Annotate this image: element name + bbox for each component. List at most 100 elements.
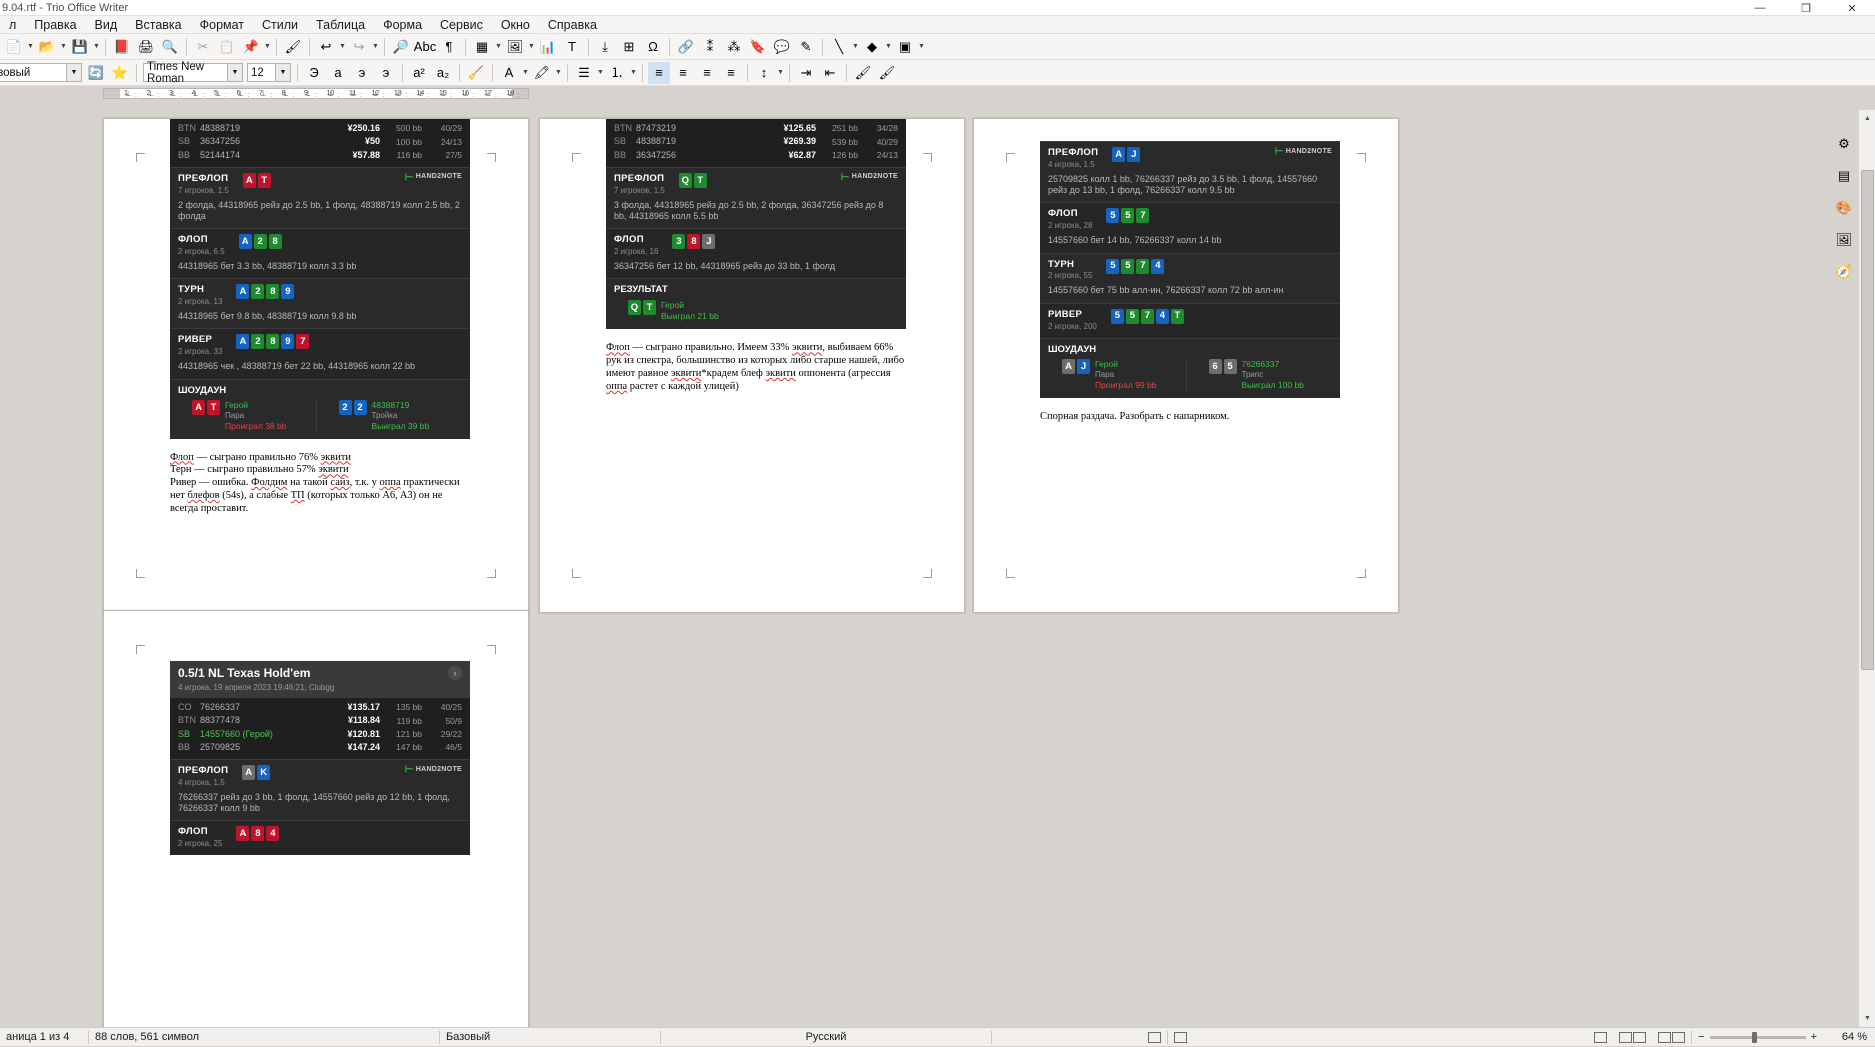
view-single-page-button[interactable] xyxy=(1588,1028,1613,1047)
print-button[interactable]: 🖨 xyxy=(135,36,157,58)
decrease-indent-button[interactable]: ⇤ xyxy=(819,62,841,84)
redo-dropdown-arrow[interactable]: ▼ xyxy=(371,36,380,58)
insert-image-button[interactable]: 🖼 xyxy=(504,36,526,58)
ruler-tab-stop[interactable]: ⊥ xyxy=(463,90,469,98)
scrollbar-thumb[interactable] xyxy=(1861,170,1874,670)
font-name-combo[interactable]: Times New Roman ▼ xyxy=(143,61,243,85)
font-name-combo-dropdown-arrow[interactable]: ▼ xyxy=(227,64,242,81)
justify-button[interactable]: ≡ xyxy=(720,62,742,84)
document-canvas[interactable]: BTN 48388719 ¥250.16 500 bb 40/29 SB 36347256 ¥… xyxy=(0,110,1858,1027)
ruler-tab-stop[interactable]: ⊥ xyxy=(125,90,131,98)
commentary[interactable]: Спорная раздача. Разобрать с напарником. xyxy=(1040,411,1340,424)
menu-item-8[interactable]: Сервис xyxy=(431,17,492,33)
commentary[interactable]: Флоп — сыграно правильно. Имеем 33% экви… xyxy=(606,342,906,393)
paragraph-style-combo[interactable]: зовый ▼ xyxy=(0,63,82,82)
undo-button[interactable]: ↩ xyxy=(315,36,337,58)
close-button[interactable]: ✕ xyxy=(1829,0,1875,16)
new-style-button[interactable]: ⭐ xyxy=(109,62,131,84)
zoom-in-button[interactable]: + xyxy=(1811,1031,1817,1043)
font-color-button[interactable]: A xyxy=(498,62,520,84)
status-save-state[interactable] xyxy=(1168,1028,1193,1047)
cut-button[interactable]: ✂ xyxy=(192,36,214,58)
status-selection-mode[interactable] xyxy=(1142,1028,1167,1047)
clear-formatting-button[interactable]: 🧹 xyxy=(465,62,487,84)
scroll-down-arrow[interactable]: ▼ xyxy=(1859,1010,1875,1027)
show-draw-functions-dropdown-arrow[interactable]: ▼ xyxy=(917,36,926,58)
ruler-tab-stop[interactable]: ⊥ xyxy=(418,90,424,98)
numbered-list-dropdown-arrow[interactable]: ▼ xyxy=(629,62,638,84)
increase-indent-button[interactable]: ⇥ xyxy=(795,62,817,84)
menu-item-4[interactable]: Формат xyxy=(191,17,253,33)
insert-chart-button[interactable]: 📊 xyxy=(537,36,559,58)
print-preview-button[interactable]: 🔍 xyxy=(159,36,181,58)
ruler-tab-stop[interactable]: ⊥ xyxy=(395,90,401,98)
update-style-button[interactable]: 🔄 xyxy=(85,62,107,84)
line-spacing-dropdown-arrow[interactable]: ▼ xyxy=(776,62,785,84)
minimize-button[interactable]: — xyxy=(1737,0,1783,16)
insert-line-dropdown-arrow[interactable]: ▼ xyxy=(851,36,860,58)
align-right-button[interactable]: ≡ xyxy=(696,62,718,84)
numbered-list-button[interactable]: ⒈ xyxy=(606,62,628,84)
menu-item-2[interactable]: Вид xyxy=(86,17,127,33)
ruler-tab-stop[interactable]: ⊥ xyxy=(305,90,311,98)
menu-item-5[interactable]: Стили xyxy=(253,17,307,33)
ruler-tab-stop[interactable]: ⊥ xyxy=(193,90,199,98)
ruler-tab-stop[interactable]: ⊥ xyxy=(508,90,514,98)
clone-formatting-button[interactable]: 🖌 xyxy=(282,36,304,58)
insert-special-character-button[interactable]: Ω xyxy=(642,36,664,58)
sidebar-gallery-icon[interactable]: 🖼 xyxy=(1834,230,1854,250)
export-pdf-button[interactable]: 📕 xyxy=(111,36,133,58)
document-page[interactable]: ПРЕФЛОП 4 игрока, 1.5 A J ⊢ HAND2NOTE 25709825… xyxy=(973,118,1399,613)
bullet-list-button[interactable]: ☰ xyxy=(573,62,595,84)
insert-textbox-button[interactable]: T xyxy=(561,36,583,58)
save-document-dropdown-arrow[interactable]: ▼ xyxy=(92,36,101,58)
highlight-color-button[interactable]: 🖍 xyxy=(531,62,553,84)
find-replace-button[interactable]: 🔎 xyxy=(390,36,412,58)
insert-line-button[interactable]: ╲ xyxy=(828,36,850,58)
scroll-up-arrow[interactable]: ▲ xyxy=(1859,110,1875,127)
spelling-button[interactable]: Abc xyxy=(414,36,436,58)
paste-dropdown-arrow[interactable]: ▼ xyxy=(263,36,272,58)
vertical-scrollbar[interactable]: ▲ ▼ xyxy=(1858,110,1875,1027)
bullet-list-dropdown-arrow[interactable]: ▼ xyxy=(596,62,605,84)
zoom-slider-knob[interactable] xyxy=(1751,1031,1757,1043)
page-break-button[interactable]: ⤓ xyxy=(594,36,616,58)
view-book-button[interactable] xyxy=(1652,1028,1691,1047)
show-draw-functions-button[interactable]: ▣ xyxy=(894,36,916,58)
align-center-button[interactable]: ≡ xyxy=(672,62,694,84)
menu-item-3[interactable]: Вставка xyxy=(126,17,190,33)
zoom-level-label[interactable]: 64 % xyxy=(1823,1028,1875,1047)
menu-item-9[interactable]: Окно xyxy=(492,17,539,33)
insert-bookmark-button[interactable]: 🔖 xyxy=(747,36,769,58)
character-style-brush-button[interactable]: 🖌 xyxy=(876,62,898,84)
open-document-button[interactable]: 📂 xyxy=(36,36,58,58)
zoom-slider[interactable] xyxy=(1709,1031,1806,1043)
new-document-dropdown-arrow[interactable]: ▼ xyxy=(26,36,35,58)
strikethrough-button[interactable]: э xyxy=(375,62,397,84)
font-size-combo-dropdown-arrow[interactable]: ▼ xyxy=(275,64,290,81)
align-left-button[interactable]: ≡ xyxy=(648,61,670,84)
menu-item-7[interactable]: Форма xyxy=(374,17,431,33)
basic-shapes-dropdown-arrow[interactable]: ▼ xyxy=(884,36,893,58)
open-document-dropdown-arrow[interactable]: ▼ xyxy=(59,36,68,58)
ruler-tab-stop[interactable]: ⊥ xyxy=(148,90,154,98)
italic-button[interactable]: а xyxy=(327,62,349,84)
maximize-button[interactable]: ❐ xyxy=(1783,0,1829,16)
zoom-control[interactable]: − + xyxy=(1692,1031,1823,1043)
menu-item-1[interactable]: Правка xyxy=(25,17,85,33)
line-spacing-button[interactable]: ↕ xyxy=(753,62,775,84)
ruler-tab-stop[interactable]: ⊥ xyxy=(485,90,491,98)
copy-button[interactable]: 📋 xyxy=(216,36,238,58)
save-document-button[interactable]: 💾 xyxy=(69,36,91,58)
menu-item-10[interactable]: Справка xyxy=(539,17,606,33)
paragraph-style-combo-dropdown-arrow[interactable]: ▼ xyxy=(66,64,81,81)
ruler-tab-stop[interactable]: ⊥ xyxy=(350,90,356,98)
undo-dropdown-arrow[interactable]: ▼ xyxy=(338,36,347,58)
zoom-out-button[interactable]: − xyxy=(1698,1031,1704,1043)
basic-shapes-button[interactable]: ◆ xyxy=(861,36,883,58)
ruler-tab-stop[interactable]: ⊥ xyxy=(215,90,221,98)
insert-comment-button[interactable]: 💬 xyxy=(771,36,793,58)
document-page[interactable]: BTN 87473219 ¥125.65 251 bb 34/28 SB 48388719 ¥… xyxy=(539,118,965,613)
sidebar-navigator-icon[interactable]: 🧭 xyxy=(1834,262,1854,282)
underline-button[interactable]: э xyxy=(351,62,373,84)
